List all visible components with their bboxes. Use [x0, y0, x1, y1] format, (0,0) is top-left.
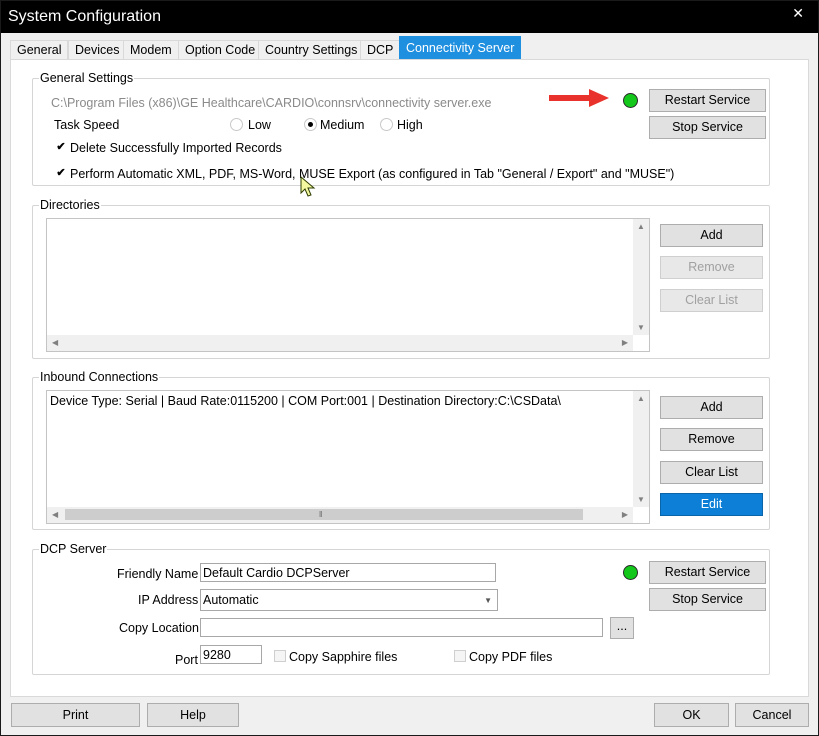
- port-field[interactable]: 9280: [200, 645, 262, 664]
- ip-address-value: Automatic: [203, 593, 259, 607]
- directories-vertical-scrollbar[interactable]: ▲ ▼: [633, 219, 649, 335]
- directories-horizontal-scrollbar[interactable]: ◀ ▶: [47, 335, 633, 351]
- speed-high-radio[interactable]: [380, 118, 393, 131]
- ip-address-label: IP Address: [138, 593, 199, 607]
- ip-address-select[interactable]: Automatic ▼: [200, 589, 498, 611]
- directories-title: Directories: [39, 198, 101, 212]
- inbound-connections-list[interactable]: Device Type: Serial | Baud Rate:0115200 …: [46, 390, 650, 524]
- window-title: System Configuration: [8, 8, 161, 25]
- scroll-down-icon[interactable]: ▼: [637, 495, 645, 504]
- copy-pdf-checkbox[interactable]: [454, 650, 466, 662]
- inbound-add-button[interactable]: Add: [660, 396, 763, 419]
- service-status-indicator: [623, 93, 638, 108]
- inbound-remove-button[interactable]: Remove: [660, 428, 763, 451]
- directories-list[interactable]: ▲ ▼ ◀ ▶: [46, 218, 650, 352]
- inbound-clear-button[interactable]: Clear List: [660, 461, 763, 484]
- mouse-cursor-icon: [300, 176, 316, 197]
- tab-devices[interactable]: Devices: [68, 40, 127, 60]
- scroll-left-icon[interactable]: ◀: [52, 510, 58, 519]
- general-settings-title: General Settings: [39, 71, 135, 85]
- directories-group: Directories ▲ ▼ ◀ ▶ Add Remove Clear Lis…: [32, 198, 770, 359]
- scroll-up-icon[interactable]: ▲: [637, 222, 645, 231]
- inbound-edit-button[interactable]: Edit: [660, 493, 763, 516]
- task-speed-label: Task Speed: [54, 118, 120, 132]
- scroll-down-icon[interactable]: ▼: [637, 323, 645, 332]
- directories-clear-button[interactable]: Clear List: [660, 289, 763, 312]
- chevron-down-icon: ▼: [484, 596, 492, 605]
- ok-button[interactable]: OK: [654, 703, 729, 727]
- speed-medium-label: Medium: [320, 118, 365, 132]
- scroll-left-icon[interactable]: ◀: [52, 338, 58, 347]
- scroll-grip-icon: ‖: [319, 510, 323, 519]
- inbound-vertical-scrollbar[interactable]: ▲ ▼: [633, 391, 649, 507]
- port-label: Port: [175, 653, 198, 667]
- friendly-name-field[interactable]: Default Cardio DCPServer: [200, 563, 496, 582]
- tab-option-code[interactable]: Option Code: [178, 40, 263, 60]
- copy-location-label: Copy Location: [119, 621, 199, 635]
- system-configuration-window: System Configuration ✕ General Devices M…: [0, 0, 819, 736]
- auto-export-label: Perform Automatic XML, PDF, MS-Word, MUS…: [70, 167, 675, 181]
- tab-general[interactable]: General: [10, 40, 69, 60]
- list-item[interactable]: Device Type: Serial | Baud Rate:0115200 …: [50, 394, 561, 408]
- delete-imported-checkbox[interactable]: [55, 141, 67, 153]
- restart-service-button[interactable]: Restart Service: [649, 89, 766, 112]
- inbound-connections-group: Inbound Connections Device Type: Serial …: [32, 370, 770, 530]
- directories-add-button[interactable]: Add: [660, 224, 763, 247]
- dcp-status-indicator: [623, 565, 638, 580]
- tab-connectivity-server[interactable]: Connectivity Server: [399, 36, 522, 60]
- help-button[interactable]: Help: [147, 703, 239, 727]
- dcp-server-title: DCP Server: [39, 542, 108, 556]
- dcp-restart-service-button[interactable]: Restart Service: [649, 561, 766, 584]
- copy-pdf-label: Copy PDF files: [469, 650, 553, 664]
- connectivity-server-panel: General Settings C:\Program Files (x86)\…: [10, 59, 809, 697]
- speed-medium-radio[interactable]: [304, 118, 317, 131]
- tab-dcp[interactable]: DCP: [360, 40, 401, 60]
- scroll-up-icon[interactable]: ▲: [637, 394, 645, 403]
- print-button[interactable]: Print: [11, 703, 140, 727]
- delete-imported-label: Delete Successfully Imported Records: [70, 141, 282, 155]
- copy-location-field[interactable]: [200, 618, 603, 637]
- cancel-button[interactable]: Cancel: [735, 703, 809, 727]
- scroll-thumb[interactable]: [65, 509, 583, 520]
- tab-country-settings[interactable]: Country Settings: [258, 40, 365, 60]
- friendly-name-label: Friendly Name: [117, 567, 199, 581]
- tab-modem[interactable]: Modem: [123, 40, 179, 60]
- scroll-right-icon[interactable]: ▶: [622, 338, 628, 347]
- copy-sapphire-checkbox[interactable]: [274, 650, 286, 662]
- scroll-right-icon[interactable]: ▶: [622, 510, 628, 519]
- speed-low-label: Low: [248, 118, 271, 132]
- close-icon[interactable]: ✕: [792, 5, 804, 22]
- directories-remove-button[interactable]: Remove: [660, 256, 763, 279]
- dcp-stop-service-button[interactable]: Stop Service: [649, 588, 766, 611]
- dcp-server-group: DCP Server Friendly Name Default Cardio …: [32, 542, 770, 675]
- speed-high-label: High: [397, 118, 423, 132]
- inbound-connections-title: Inbound Connections: [39, 370, 160, 384]
- auto-export-checkbox[interactable]: [55, 167, 67, 179]
- browse-button[interactable]: ...: [610, 617, 634, 639]
- stop-service-button[interactable]: Stop Service: [649, 116, 766, 139]
- title-bar: System Configuration ✕: [1, 1, 818, 33]
- speed-low-radio[interactable]: [230, 118, 243, 131]
- red-arrow-icon: [549, 89, 609, 107]
- executable-path: C:\Program Files (x86)\GE Healthcare\CAR…: [51, 96, 492, 110]
- inbound-horizontal-scrollbar[interactable]: ◀ ‖ ▶: [47, 507, 633, 523]
- general-settings-group: General Settings C:\Program Files (x86)\…: [32, 71, 770, 186]
- copy-sapphire-label: Copy Sapphire files: [289, 650, 398, 664]
